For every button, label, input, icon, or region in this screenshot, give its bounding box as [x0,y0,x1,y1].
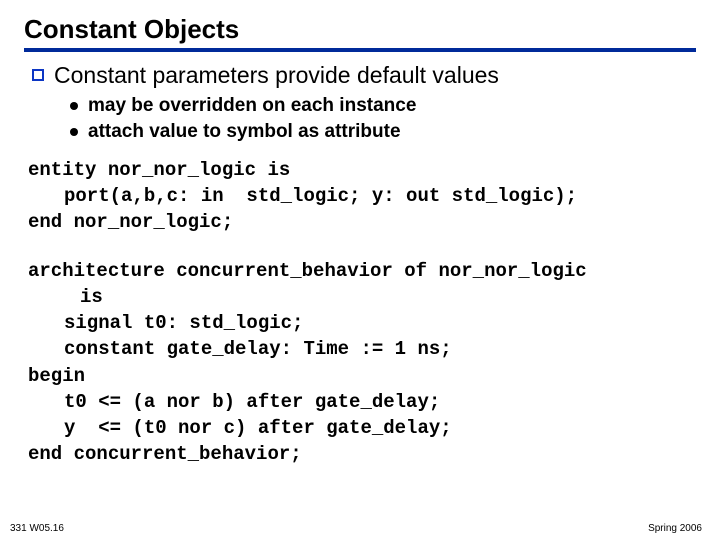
code-line: port(a,b,c: in std_logic; y: out std_log… [28,183,696,209]
code-line: end nor_nor_logic; [28,209,696,235]
code-line: is [28,284,696,310]
code-line: t0 <= (a nor b) after gate_delay; [28,389,696,415]
code-line: begin [28,363,696,389]
dot-bullet-icon [70,102,78,110]
code-line: constant gate_delay: Time := 1 ns; [28,336,696,362]
dot-bullet-icon [70,128,78,136]
footer-left: 331 W05.16 [10,523,64,534]
square-bullet-icon [32,69,44,81]
code-line: architecture concurrent_behavior of nor_… [28,258,696,284]
main-bullet-text: Constant parameters provide default valu… [54,62,499,89]
sub-bullet-text: may be overridden on each instance [88,95,416,117]
slide-title: Constant Objects [24,14,696,52]
footer: 331 W05.16 Spring 2006 [10,523,702,534]
code-block-architecture: architecture concurrent_behavior of nor_… [28,258,696,468]
main-bullet: Constant parameters provide default valu… [32,62,696,89]
code-line: entity nor_nor_logic is [28,157,696,183]
code-block-entity: entity nor_nor_logic is port(a,b,c: in s… [28,157,696,236]
sub-bullet: may be overridden on each instance [70,95,696,117]
footer-right: Spring 2006 [648,523,702,534]
sub-bullet-text: attach value to symbol as attribute [88,121,401,143]
code-line: end concurrent_behavior; [28,441,696,467]
code-line: y <= (t0 nor c) after gate_delay; [28,415,696,441]
code-line: signal t0: std_logic; [28,310,696,336]
sub-bullet: attach value to symbol as attribute [70,121,696,143]
slide: Constant Objects Constant parameters pro… [0,0,720,540]
